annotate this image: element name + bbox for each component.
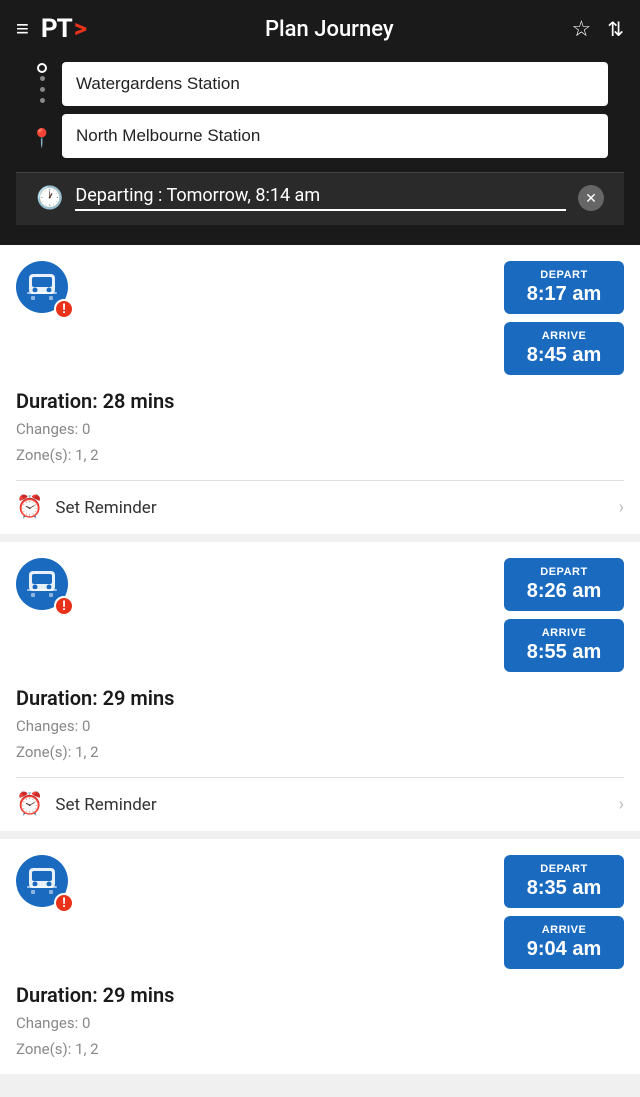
- destination-input[interactable]: [62, 114, 608, 158]
- arrive-time-1: 8:45 am: [520, 344, 608, 367]
- connector-dot-3: [40, 98, 45, 103]
- connector-dot-1: [40, 76, 45, 81]
- reminder-left-2: ⏰ Set Reminder: [16, 792, 157, 817]
- departing-clear-button[interactable]: ✕: [578, 185, 604, 211]
- arrive-label-3: ARRIVE: [520, 924, 608, 936]
- favorites-icon[interactable]: ☆: [572, 17, 592, 42]
- journey-details-3: Duration: 29 mins Changes: 0 Zone(s): 1,…: [16, 979, 624, 1074]
- arrive-button-2[interactable]: ARRIVE 8:55 am: [504, 619, 624, 672]
- swap-icon: ↕: [588, 60, 604, 97]
- arrive-time-2: 8:55 am: [520, 641, 608, 664]
- train-svg-2: [25, 567, 59, 601]
- header-actions: ☆ ⇅: [572, 17, 625, 42]
- journey-duration-3: Duration: 29 mins: [16, 983, 624, 1007]
- header-top: ≡ PT > Plan Journey ☆ ⇅: [16, 14, 624, 44]
- journey-card-2[interactable]: ! DEPART 8:26 am ARRIVE 8:55 am Duration…: [0, 542, 640, 831]
- departing-bar[interactable]: 🕐 Departing : Tomorrow, 8:14 am ✕: [16, 172, 624, 225]
- departing-text: Departing : Tomorrow, 8:14 am: [75, 185, 566, 211]
- depart-label-2: DEPART: [520, 566, 608, 578]
- journey-changes-2: Changes: 0: [16, 717, 90, 735]
- connector-dot-2: [40, 87, 45, 92]
- destination-row: 📍: [32, 114, 608, 158]
- time-buttons-1: DEPART 8:17 am ARRIVE 8:45 am: [504, 261, 624, 375]
- page-title: Plan Journey: [87, 17, 571, 42]
- time-buttons-2: DEPART 8:26 am ARRIVE 8:55 am: [504, 558, 624, 672]
- warning-badge-1: !: [54, 299, 74, 319]
- set-reminder-1[interactable]: ⏰ Set Reminder ›: [16, 480, 624, 534]
- journey-duration-1: Duration: 28 mins: [16, 389, 624, 413]
- journey-card-1-top: ! DEPART 8:17 am ARRIVE 8:45 am: [16, 261, 624, 375]
- header: ≡ PT > Plan Journey ☆ ⇅ 📍: [0, 0, 640, 245]
- origin-row: [32, 62, 608, 106]
- origin-input[interactable]: [62, 62, 608, 106]
- origin-dot: [37, 63, 47, 73]
- arrive-label-2: ARRIVE: [520, 627, 608, 639]
- journey-meta-1: Changes: 0 Zone(s): 1, 2: [16, 417, 624, 468]
- arrive-label-1: ARRIVE: [520, 330, 608, 342]
- transport-icon-3: !: [16, 855, 76, 915]
- set-reminder-2[interactable]: ⏰ Set Reminder ›: [16, 777, 624, 831]
- depart-time-3: 8:35 am: [520, 877, 608, 900]
- journey-zones-1: Zone(s): 1, 2: [16, 446, 99, 464]
- journey-card-2-top: ! DEPART 8:26 am ARRIVE 8:55 am: [16, 558, 624, 672]
- pt-logo[interactable]: PT >: [41, 14, 87, 44]
- depart-button-2[interactable]: DEPART 8:26 am: [504, 558, 624, 611]
- journey-card-1[interactable]: ! DEPART 8:17 am ARRIVE 8:45 am Duration…: [0, 245, 640, 534]
- depart-time-1: 8:17 am: [520, 283, 608, 306]
- pt-logo-arrow: >: [74, 14, 87, 44]
- journey-details-2: Duration: 29 mins Changes: 0 Zone(s): 1,…: [16, 682, 624, 777]
- arrive-button-3[interactable]: ARRIVE 9:04 am: [504, 916, 624, 969]
- journey-card-3[interactable]: ! DEPART 8:35 am ARRIVE 9:04 am Duration…: [0, 839, 640, 1074]
- clock-icon: 🕐: [36, 186, 63, 211]
- warning-badge-3: !: [54, 893, 74, 913]
- header-left: ≡ PT >: [16, 14, 87, 44]
- depart-label-1: DEPART: [520, 269, 608, 281]
- journey-meta-2: Changes: 0 Zone(s): 1, 2: [16, 714, 624, 765]
- journey-zones-3: Zone(s): 1, 2: [16, 1040, 99, 1058]
- journey-changes-3: Changes: 0: [16, 1014, 90, 1032]
- arrive-button-1[interactable]: ARRIVE 8:45 am: [504, 322, 624, 375]
- hamburger-menu-icon[interactable]: ≡: [16, 16, 29, 42]
- pt-logo-text: PT: [41, 14, 72, 44]
- depart-button-3[interactable]: DEPART 8:35 am: [504, 855, 624, 908]
- journey-zones-2: Zone(s): 1, 2: [16, 743, 99, 761]
- filter-icon[interactable]: ⇅: [607, 17, 624, 41]
- alarm-icon-2: ⏰: [16, 792, 43, 817]
- swap-button[interactable]: ↕: [588, 60, 604, 97]
- journey-details-1: Duration: 28 mins Changes: 0 Zone(s): 1,…: [16, 385, 624, 480]
- transport-icon-1: !: [16, 261, 76, 321]
- transport-icon-2: !: [16, 558, 76, 618]
- depart-label-3: DEPART: [520, 863, 608, 875]
- arrive-time-3: 9:04 am: [520, 938, 608, 961]
- chevron-right-1: ›: [619, 497, 624, 518]
- origin-indicator: [32, 63, 52, 106]
- reminder-left-1: ⏰ Set Reminder: [16, 495, 157, 520]
- train-svg-3: [25, 864, 59, 898]
- journey-card-3-top: ! DEPART 8:35 am ARRIVE 9:04 am: [16, 855, 624, 969]
- warning-badge-2: !: [54, 596, 74, 616]
- journey-list: ! DEPART 8:17 am ARRIVE 8:45 am Duration…: [0, 245, 640, 1074]
- journey-duration-2: Duration: 29 mins: [16, 686, 624, 710]
- destination-indicator: 📍: [32, 124, 52, 149]
- reminder-text-1: Set Reminder: [55, 498, 156, 518]
- depart-time-2: 8:26 am: [520, 580, 608, 603]
- train-svg-1: [25, 270, 59, 304]
- reminder-text-2: Set Reminder: [55, 795, 156, 815]
- time-buttons-3: DEPART 8:35 am ARRIVE 9:04 am: [504, 855, 624, 969]
- depart-button-1[interactable]: DEPART 8:17 am: [504, 261, 624, 314]
- journey-inputs: 📍 ↕: [16, 62, 624, 158]
- alarm-icon-1: ⏰: [16, 495, 43, 520]
- journey-changes-1: Changes: 0: [16, 420, 90, 438]
- journey-meta-3: Changes: 0 Zone(s): 1, 2: [16, 1011, 624, 1062]
- chevron-right-2: ›: [619, 794, 624, 815]
